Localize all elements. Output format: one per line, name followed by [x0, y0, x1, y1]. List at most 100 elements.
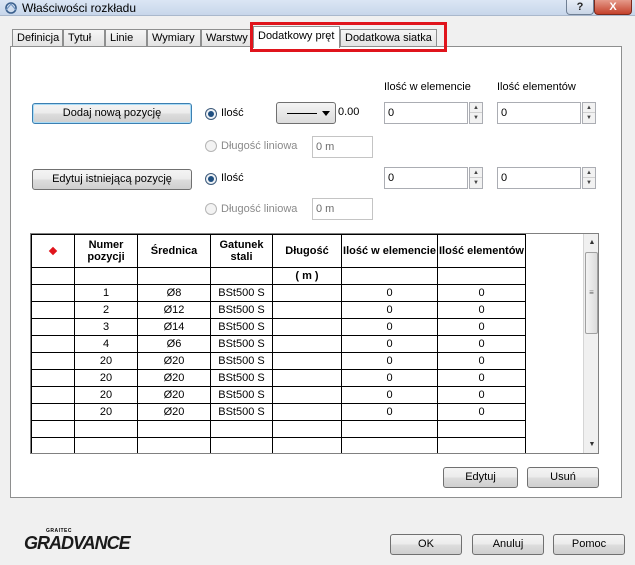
table-cell[interactable]: [137, 420, 211, 438]
spin-up-icon[interactable]: ▲: [470, 103, 482, 113]
scroll-down-icon[interactable]: ▼: [584, 436, 598, 453]
table-row[interactable]: 20 Ø20 BSt500 S 00: [31, 403, 526, 421]
close-button[interactable]: X: [594, 0, 632, 15]
table-cell[interactable]: [272, 420, 342, 438]
spin-down-icon[interactable]: ▼: [583, 113, 595, 123]
tab-warstwy[interactable]: Warstwy: [201, 29, 251, 46]
scroll-thumb[interactable]: ≡: [585, 252, 598, 334]
table-cell[interactable]: Ø6: [137, 335, 211, 353]
table-cell[interactable]: [341, 420, 438, 438]
delete-button[interactable]: Usuń: [527, 467, 599, 488]
table-cell[interactable]: [437, 437, 526, 453]
column-header-ilosc-elementow[interactable]: Ilość elementów: [437, 234, 526, 268]
table-cell[interactable]: 20: [74, 352, 138, 370]
table-cell[interactable]: 1: [74, 284, 138, 302]
row-header[interactable]: [31, 352, 75, 370]
table-cell[interactable]: 0: [341, 403, 438, 421]
table-cell[interactable]: 0: [437, 284, 526, 302]
edit-position-button[interactable]: Edytuj istniejącą pozycję: [32, 169, 192, 190]
spin-down-icon[interactable]: ▼: [470, 113, 482, 123]
table-cell[interactable]: [210, 420, 273, 438]
table-cell[interactable]: [272, 403, 342, 421]
edit-dlugosc-radio[interactable]: [205, 203, 217, 215]
table-cell[interactable]: [272, 437, 342, 453]
table-cell[interactable]: 0: [437, 318, 526, 336]
row-header[interactable]: [31, 318, 75, 336]
table-row[interactable]: [31, 420, 526, 438]
row-header[interactable]: [31, 386, 75, 404]
row-header[interactable]: [31, 403, 75, 421]
table-cell[interactable]: Ø20: [137, 403, 211, 421]
add-dlugosc-input[interactable]: 0 m: [312, 136, 373, 158]
line-style-combo[interactable]: [276, 102, 336, 124]
table-cell[interactable]: [272, 352, 342, 370]
table-cell[interactable]: [272, 335, 342, 353]
table-cell[interactable]: Ø14: [137, 318, 211, 336]
table-cell[interactable]: 0: [341, 335, 438, 353]
table-cell[interactable]: BSt500 S: [210, 318, 273, 336]
add-ilosc-elementow-input[interactable]: 0: [497, 102, 581, 124]
table-cell[interactable]: 2: [74, 301, 138, 319]
table-cell[interactable]: BSt500 S: [210, 403, 273, 421]
table-cell[interactable]: 0: [437, 352, 526, 370]
row-header[interactable]: [31, 335, 75, 353]
table-row[interactable]: [31, 437, 526, 453]
edit-ilosc-w-elemencie-spinner[interactable]: ▲ ▼: [469, 167, 483, 189]
row-header[interactable]: [31, 437, 75, 453]
row-header[interactable]: [31, 284, 75, 302]
table-cell[interactable]: [272, 301, 342, 319]
table-cell[interactable]: [272, 284, 342, 302]
spin-up-icon[interactable]: ▲: [583, 168, 595, 178]
table-cell[interactable]: Ø20: [137, 369, 211, 387]
table-cell[interactable]: [272, 386, 342, 404]
table-cell[interactable]: [210, 437, 273, 453]
table-cell[interactable]: BSt500 S: [210, 386, 273, 404]
table-row[interactable]: 2 Ø12 BSt500 S 00: [31, 301, 526, 319]
add-ilosc-w-elemencie-input[interactable]: 0: [384, 102, 468, 124]
table-cell[interactable]: 20: [74, 369, 138, 387]
table-cell[interactable]: 20: [74, 403, 138, 421]
help-button[interactable]: Pomoc: [553, 534, 625, 555]
table-cell[interactable]: [272, 318, 342, 336]
add-ilosc-radio[interactable]: [205, 108, 217, 120]
add-ilosc-elementow-spinner[interactable]: ▲ ▼: [582, 102, 596, 124]
spin-up-icon[interactable]: ▲: [470, 168, 482, 178]
table-row[interactable]: 4 Ø6 BSt500 S 00: [31, 335, 526, 353]
column-header-dlugosc[interactable]: Długość: [272, 234, 342, 268]
edit-ilosc-radio[interactable]: [205, 173, 217, 185]
column-header-srednica[interactable]: Średnica: [137, 234, 211, 268]
add-dlugosc-radio[interactable]: [205, 140, 217, 152]
edit-ilosc-elementow-input[interactable]: 0: [497, 167, 581, 189]
edit-ilosc-elementow-spinner[interactable]: ▲ ▼: [582, 167, 596, 189]
add-position-button[interactable]: Dodaj nową pozycję: [32, 103, 192, 124]
row-header[interactable]: [31, 267, 75, 285]
edit-button[interactable]: Edytuj: [443, 467, 518, 488]
cancel-button[interactable]: Anuluj: [472, 534, 544, 555]
table-cell[interactable]: 0: [437, 335, 526, 353]
table-cell[interactable]: [74, 437, 138, 453]
table-cell[interactable]: [437, 420, 526, 438]
tab-tytul[interactable]: Tytuł: [63, 29, 105, 46]
spin-down-icon[interactable]: ▼: [470, 178, 482, 188]
spin-down-icon[interactable]: ▼: [583, 178, 595, 188]
tab-wymiary[interactable]: Wymiary: [147, 29, 201, 46]
spin-up-icon[interactable]: ▲: [583, 103, 595, 113]
table-cell[interactable]: 0: [437, 301, 526, 319]
table-row[interactable]: 1 Ø8 BSt500 S 00: [31, 284, 526, 302]
table-cell[interactable]: BSt500 S: [210, 335, 273, 353]
row-header[interactable]: [31, 301, 75, 319]
table-cell[interactable]: Ø12: [137, 301, 211, 319]
add-ilosc-w-elemencie-spinner[interactable]: ▲ ▼: [469, 102, 483, 124]
column-header-numer[interactable]: Numer pozycji: [74, 234, 138, 268]
table-cell[interactable]: 0: [341, 352, 438, 370]
table-cell[interactable]: BSt500 S: [210, 369, 273, 387]
grid-scrollbar[interactable]: ▲ ≡ ▼: [583, 234, 598, 453]
table-cell[interactable]: 0: [341, 369, 438, 387]
ok-button[interactable]: OK: [390, 534, 462, 555]
table-cell[interactable]: [341, 437, 438, 453]
table-cell[interactable]: 0: [341, 318, 438, 336]
table-cell[interactable]: 4: [74, 335, 138, 353]
edit-dlugosc-input[interactable]: 0 m: [312, 198, 373, 220]
table-cell[interactable]: 3: [74, 318, 138, 336]
table-row[interactable]: 20 Ø20 BSt500 S 00: [31, 369, 526, 387]
